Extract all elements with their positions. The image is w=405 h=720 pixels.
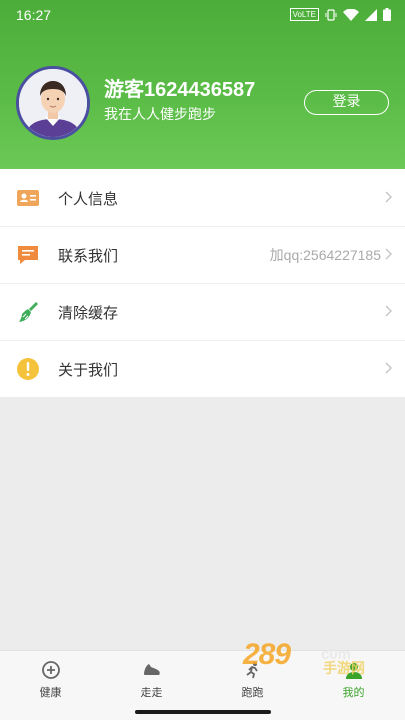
tab-label: 跑跑 bbox=[241, 686, 264, 699]
id-card-icon bbox=[17, 190, 39, 206]
signal-icon bbox=[365, 8, 377, 21]
status-bar: 16:27 VoLTE bbox=[0, 0, 405, 30]
menu-item-contact-us[interactable]: 联系我们 加qq:2564227185 bbox=[0, 226, 405, 283]
chevron-right-icon bbox=[385, 305, 392, 317]
volte-badge: VoLTE bbox=[289, 8, 319, 21]
info-exclamation-icon bbox=[17, 358, 39, 380]
settings-menu: 个人信息 联系我们 加qq:2564227185 清除缓存 关于我们 bbox=[0, 169, 405, 397]
watermark-logo: 289 bbox=[243, 638, 291, 671]
vibrate-icon bbox=[325, 8, 337, 21]
chevron-right-icon bbox=[385, 362, 392, 374]
tab-label: 走走 bbox=[140, 686, 163, 699]
tab-walk[interactable]: 走走 bbox=[101, 651, 202, 703]
wifi-icon bbox=[343, 8, 359, 21]
status-icons: VoLTE bbox=[289, 8, 391, 21]
watermark-cn: 手游网 bbox=[323, 661, 365, 677]
chat-bubble-icon bbox=[18, 246, 38, 264]
chevron-right-icon bbox=[385, 191, 392, 203]
site-watermark: 289 c0m 手游网 bbox=[243, 638, 383, 677]
avatar[interactable] bbox=[16, 66, 90, 140]
profile-subtitle: 我在人人健步跑步 bbox=[104, 107, 216, 123]
tab-label: 我的 bbox=[342, 686, 365, 699]
health-plus-icon bbox=[42, 661, 60, 679]
home-indicator[interactable] bbox=[135, 710, 271, 714]
login-button[interactable]: 登录 bbox=[304, 90, 389, 115]
user-avatar-icon bbox=[19, 69, 87, 137]
username: 游客1624436587 bbox=[104, 79, 256, 101]
menu-item-about-us[interactable]: 关于我们 bbox=[0, 340, 405, 397]
status-time: 16:27 bbox=[16, 7, 52, 23]
chevron-right-icon bbox=[385, 248, 392, 260]
menu-item-label: 联系我们 bbox=[58, 247, 119, 265]
tab-health[interactable]: 健康 bbox=[0, 651, 101, 703]
tab-label: 健康 bbox=[39, 686, 62, 699]
gesture-bar bbox=[0, 702, 405, 720]
menu-item-clear-cache[interactable]: 清除缓存 bbox=[0, 283, 405, 340]
battery-icon bbox=[383, 8, 391, 21]
shoe-icon bbox=[144, 664, 160, 675]
menu-item-label: 个人信息 bbox=[58, 190, 119, 208]
menu-item-label: 关于我们 bbox=[58, 361, 119, 379]
contact-qq-value: 加qq:2564227185 bbox=[269, 247, 381, 263]
broom-icon bbox=[19, 302, 38, 322]
menu-item-personal-info[interactable]: 个人信息 bbox=[0, 169, 405, 226]
menu-item-label: 清除缓存 bbox=[58, 304, 119, 322]
profile-header: 16:27 VoLTE 游客1624436587 我在人人健步跑步 登录 bbox=[0, 0, 405, 169]
